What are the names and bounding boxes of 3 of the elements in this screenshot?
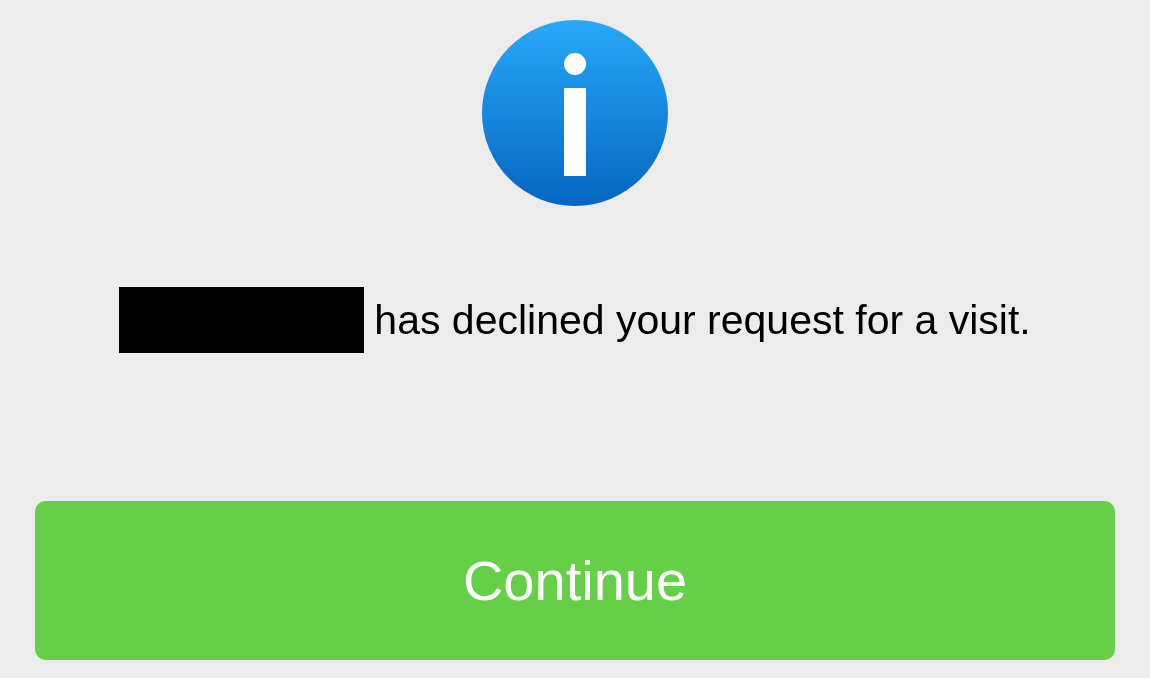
message-text: has declined your request for a visit. — [374, 296, 1031, 344]
continue-button[interactable]: Continue — [35, 501, 1115, 660]
info-icon — [481, 19, 669, 207]
